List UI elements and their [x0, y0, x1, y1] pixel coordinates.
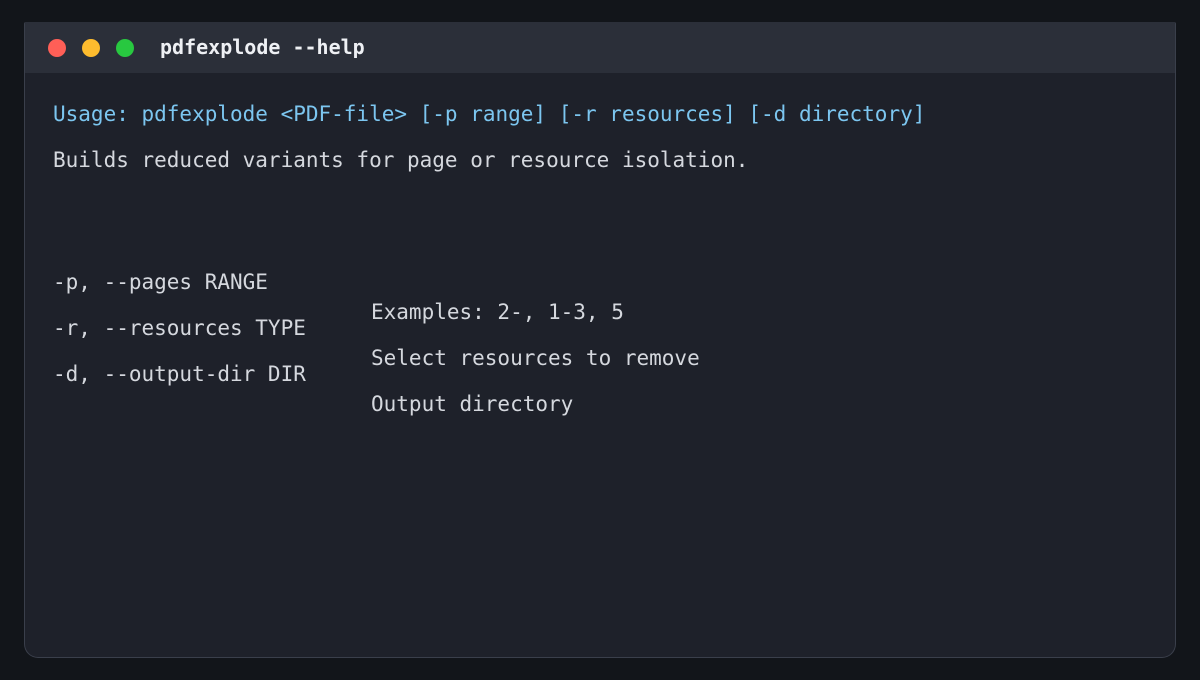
minimize-window-button[interactable] — [82, 39, 100, 57]
window-title: pdfexplode --help — [160, 35, 365, 59]
terminal-output[interactable]: Usage: pdfexplode <PDF-file> [-p range] … — [53, 73, 1147, 657]
title-bar[interactable]: pdfexplode --help — [25, 22, 1175, 73]
terminal-window: pdfexplode --help Usage: pdfexplode <PDF… — [24, 22, 1176, 658]
option-description: Output directory — [371, 392, 574, 416]
option-flag: -d, --output-dir DIR — [53, 362, 306, 386]
option-row: -r, --resources TYPE Select resources to… — [53, 283, 1147, 370]
maximize-window-button[interactable] — [116, 39, 134, 57]
option-row: -p, --pages RANGE Examples: 2-, 1-3, 5 — [53, 237, 1147, 324]
description-line: Builds reduced variants for page or reso… — [53, 148, 749, 172]
option-row: -d, --output-dir DIR Output directory — [53, 329, 1147, 416]
close-window-button[interactable] — [48, 39, 66, 57]
usage-line: Usage: pdfexplode <PDF-file> [-p range] … — [53, 102, 926, 126]
